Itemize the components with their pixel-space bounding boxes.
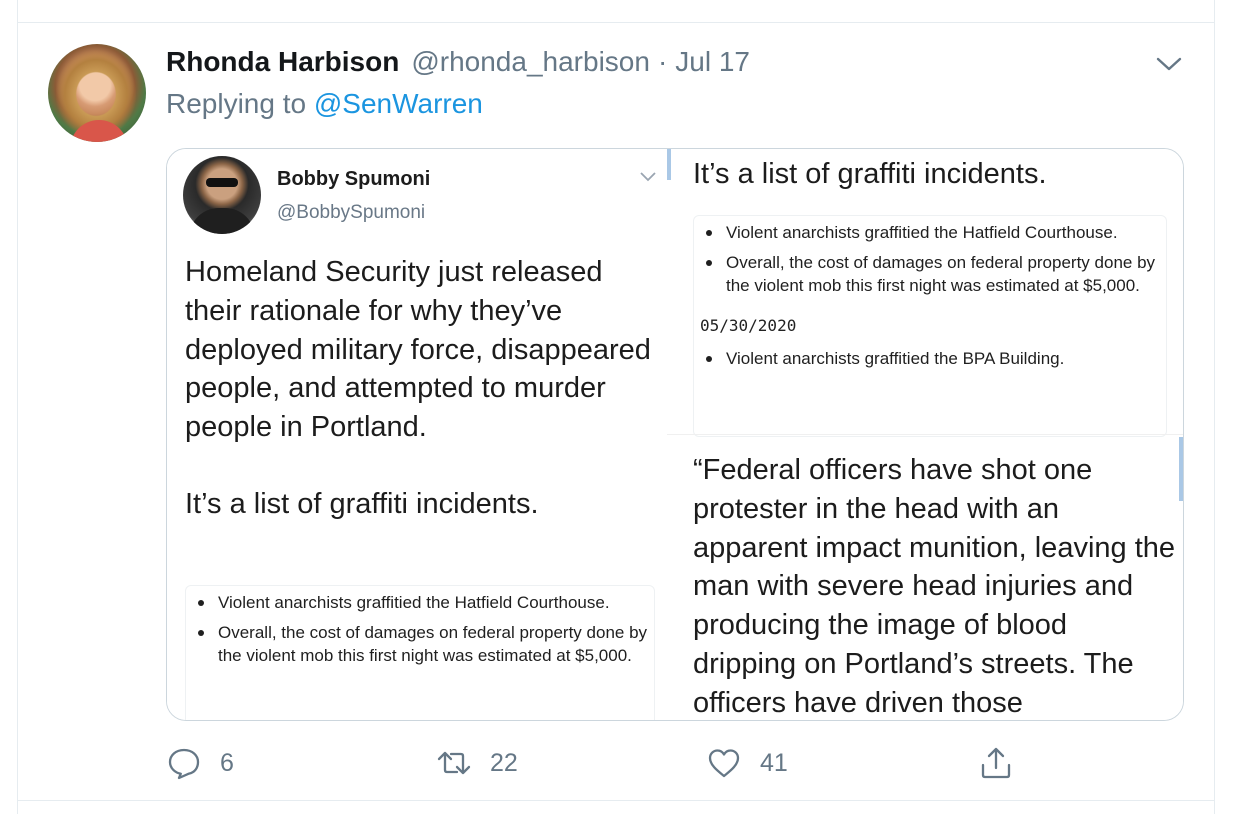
share-button[interactable]	[978, 740, 1014, 786]
scroll-indicator	[1179, 437, 1183, 501]
tweet-header: Rhonda Harbison @rhonda_harbison · Jul 1…	[166, 46, 750, 80]
bullet-list: Violent anarchists graffitied the Hatfie…	[693, 215, 1167, 437]
reply-count: 6	[220, 748, 234, 777]
list-item: Overall, the cost of damages on federal …	[186, 621, 654, 668]
author-handle[interactable]: @rhonda_harbison	[411, 46, 650, 78]
like-count: 41	[760, 748, 788, 777]
list-item: Violent anarchists graffitied the Hatfie…	[186, 591, 654, 615]
date-label: 05/30/2020	[700, 315, 797, 335]
inner-author-handle: @BobbySpumoni	[277, 202, 426, 223]
replying-prefix: Replying to	[166, 88, 307, 119]
paragraph: Homeland Security just released their ra…	[185, 256, 651, 444]
heart-icon	[708, 749, 740, 778]
image-right-panel: It’s a list of graffiti incidents. Viole…	[667, 149, 1183, 720]
retweet-button[interactable]: 22	[436, 740, 518, 786]
author-name[interactable]: Rhonda Harbison	[166, 46, 399, 78]
inner-avatar-body	[189, 208, 255, 234]
inner-avatar	[183, 156, 261, 234]
paragraph: It’s a list of graffiti incidents.	[185, 487, 539, 520]
separator-dot: ·	[657, 46, 668, 77]
divider	[17, 800, 1215, 801]
inner-chevron-down-icon	[640, 172, 656, 182]
inner-tweet-text: Homeland Security just released their ra…	[185, 253, 655, 524]
retweet-icon	[437, 751, 471, 775]
replying-to: Replying to @SenWarren	[166, 88, 483, 120]
tweet-actions: 6 22 41	[0, 740, 1248, 786]
share-icon	[981, 747, 1011, 779]
reply-icon	[168, 748, 200, 780]
list-item: Violent anarchists graffitied the Hatfie…	[694, 221, 1166, 245]
image-left-panel: Bobby Spumoni @BobbySpumoni Homeland Sec…	[167, 149, 667, 720]
scroll-indicator	[667, 149, 671, 180]
list-item: Overall, the cost of damages on federal …	[694, 251, 1166, 298]
like-button[interactable]: 41	[706, 740, 788, 786]
avatar[interactable]	[48, 44, 146, 142]
embedded-image[interactable]: Bobby Spumoni @BobbySpumoni Homeland Sec…	[166, 148, 1184, 721]
divider	[17, 22, 1215, 23]
reply-button[interactable]: 6	[166, 740, 234, 786]
mention-link[interactable]: @SenWarren	[314, 88, 483, 119]
right-title: It’s a list of graffiti incidents.	[693, 158, 1047, 190]
chevron-down-icon[interactable]	[1155, 55, 1183, 73]
list-item: Violent anarchists graffitied the BPA Bu…	[694, 347, 1166, 371]
quote-text: “Federal officers have shot one proteste…	[693, 454, 1176, 719]
divider	[667, 434, 1183, 435]
sunglasses	[206, 178, 238, 187]
retweet-count: 22	[490, 748, 518, 777]
tweet-date[interactable]: Jul 17	[675, 46, 750, 78]
inner-author-name: Bobby Spumoni	[277, 168, 431, 190]
bullet-list: Violent anarchists graffitied the Hatfie…	[185, 585, 655, 720]
